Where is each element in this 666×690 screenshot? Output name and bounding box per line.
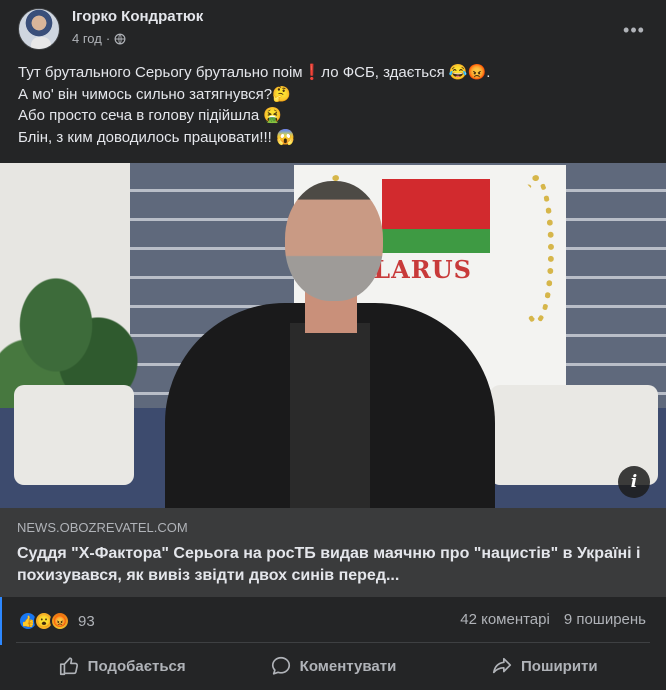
post-text: Тут брутального Серьогу брутально поім❗л… xyxy=(18,62,648,148)
focus-indicator xyxy=(0,597,2,645)
author-name[interactable]: Ігорко Кондратюк xyxy=(72,8,203,25)
globe-icon xyxy=(114,33,126,44)
comment-icon xyxy=(271,656,290,675)
author-avatar[interactable] xyxy=(18,8,60,50)
share-button[interactable]: Поширити xyxy=(439,647,650,685)
share-label: Поширити xyxy=(521,657,598,675)
meta-separator: · xyxy=(105,31,111,46)
divider xyxy=(16,642,650,643)
info-icon[interactable]: i xyxy=(618,466,650,498)
link-domain: NEWS.OBOZREVATEL.COM xyxy=(17,520,188,535)
post-time[interactable]: 4 год xyxy=(72,31,102,46)
shares-count[interactable]: 9 поширень xyxy=(564,611,646,628)
share-icon xyxy=(492,657,512,674)
cushion-left xyxy=(14,385,134,485)
post-header: Ігорко Кондратюк 4 год · ••• xyxy=(16,6,650,54)
post-card: Ігорко Кондратюк 4 год · ••• Тут бруталь… xyxy=(0,0,666,690)
man-head xyxy=(285,181,383,301)
man-shirt xyxy=(290,323,370,508)
like-label: Подобається xyxy=(87,657,186,675)
reactions-summary[interactable]: 👍 😮 😡 93 xyxy=(18,609,95,633)
more-options-button[interactable]: ••• xyxy=(618,14,650,46)
post-text-line: Або просто сеча в голову підійшла 🤮 xyxy=(18,107,283,124)
post-text-line: Блін, з ким доводилось працювати!!! 😱 xyxy=(18,128,295,146)
link-title: Суддя "Х-Фактора" Серьога на росТБ видав… xyxy=(17,545,641,584)
flag-red-stripe xyxy=(382,179,490,229)
post-text-line: Тут брутального Серьогу брутально поім❗л… xyxy=(18,64,491,81)
comment-label: Коментувати xyxy=(299,657,397,675)
comments-count[interactable]: 42 коментарі xyxy=(460,611,550,628)
link-image[interactable]: ELARUS i xyxy=(0,163,666,508)
comment-button[interactable]: Коментувати xyxy=(227,647,438,685)
post-text-line: А мо' він чимось сильно затягнувся?🤔 xyxy=(18,85,291,103)
post-meta: 4 год · xyxy=(72,31,126,46)
laurel-right xyxy=(518,175,554,325)
flag-green-stripe xyxy=(382,229,490,253)
reaction-count[interactable]: 93 xyxy=(78,613,95,630)
post-actions: Подобається Коментувати Поширити xyxy=(16,647,650,685)
ellipsis-icon: ••• xyxy=(623,19,645,40)
post-stats: 42 коментарі 9 поширень xyxy=(460,611,646,628)
angry-reaction-icon: 😡 xyxy=(50,611,70,631)
link-preview[interactable]: NEWS.OBOZREVATEL.COM Суддя "Х-Фактора" С… xyxy=(0,508,666,597)
like-button[interactable]: Подобається xyxy=(16,647,227,685)
thumbs-up-icon xyxy=(59,657,78,676)
